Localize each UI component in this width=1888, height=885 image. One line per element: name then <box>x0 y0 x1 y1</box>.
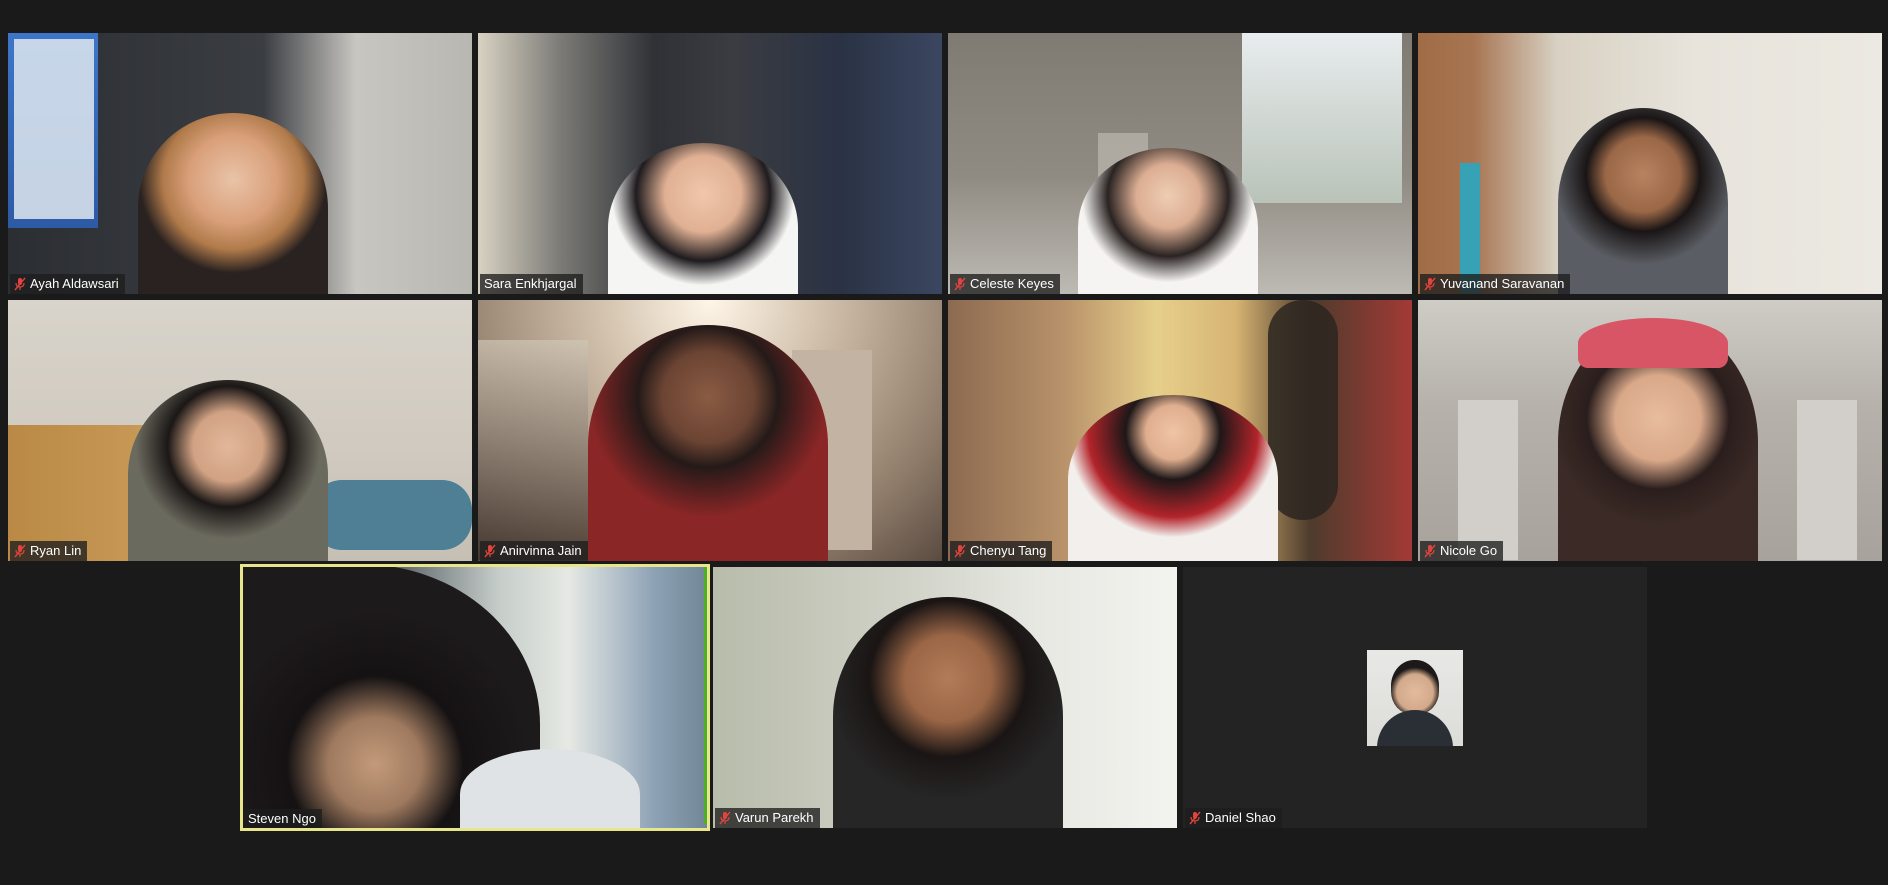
participant-tile[interactable]: Ayah Aldawsari <box>8 33 472 294</box>
participant-tile[interactable]: Yuvanand Saravanan <box>1418 33 1882 294</box>
participant-name: Varun Parekh <box>735 810 814 825</box>
participant-name: Nicole Go <box>1440 543 1498 558</box>
video-feed <box>478 33 942 294</box>
participant-name: Daniel Shao <box>1205 810 1276 825</box>
video-feed <box>713 567 1177 828</box>
microphone-muted-icon <box>14 277 26 291</box>
microphone-muted-icon <box>719 811 731 825</box>
participant-tile[interactable]: Celeste Keyes <box>948 33 1412 294</box>
participant-tile[interactable]: Chenyu Tang <box>948 300 1412 561</box>
participant-name: Ayah Aldawsari <box>30 276 119 291</box>
participant-tile[interactable]: Varun Parekh <box>713 567 1177 828</box>
participant-tile[interactable]: Anirvinna Jain <box>478 300 942 561</box>
participant-tile-video-off[interactable]: Daniel Shao <box>1183 567 1647 828</box>
participant-name: Chenyu Tang <box>970 543 1047 558</box>
participant-name-tag: Daniel Shao <box>1185 808 1282 828</box>
participant-name: Steven Ngo <box>248 811 316 826</box>
participant-name-tag: Chenyu Tang <box>950 541 1053 561</box>
video-feed <box>948 300 1412 561</box>
participant-tile-active-speaker[interactable]: Steven Ngo <box>240 564 710 831</box>
video-feed <box>240 564 710 831</box>
participant-tile[interactable]: Ryan Lin <box>8 300 472 561</box>
microphone-muted-icon <box>954 544 966 558</box>
microphone-muted-icon <box>14 544 26 558</box>
participant-name: Anirvinna Jain <box>500 543 582 558</box>
video-gallery: Ayah Aldawsari Sara Enkhjargal Celeste K… <box>0 0 1888 885</box>
video-feed <box>478 300 942 561</box>
participant-name: Sara Enkhjargal <box>484 276 577 291</box>
avatar <box>1367 649 1463 746</box>
participant-name-tag: Ryan Lin <box>10 541 88 561</box>
video-feed <box>1418 300 1882 561</box>
video-feed <box>8 300 472 561</box>
participant-name: Yuvanand Saravanan <box>1440 276 1565 291</box>
participant-name-tag: Varun Parekh <box>715 808 820 828</box>
participant-tile[interactable]: Sara Enkhjargal <box>478 33 942 294</box>
participant-name: Ryan Lin <box>30 543 82 558</box>
participant-name-tag: Steven Ngo <box>244 809 322 829</box>
participant-name-tag: Ayah Aldawsari <box>10 274 125 294</box>
microphone-muted-icon <box>954 277 966 291</box>
participant-name-tag: Sara Enkhjargal <box>480 274 583 294</box>
microphone-muted-icon <box>484 544 496 558</box>
video-feed <box>8 33 472 294</box>
video-feed <box>1418 33 1882 294</box>
participant-tile[interactable]: Nicole Go <box>1418 300 1882 561</box>
participant-name-tag: Nicole Go <box>1420 541 1504 561</box>
microphone-muted-icon <box>1424 544 1436 558</box>
microphone-muted-icon <box>1189 811 1201 825</box>
participant-name-tag: Celeste Keyes <box>950 274 1060 294</box>
participant-name: Celeste Keyes <box>970 276 1054 291</box>
microphone-muted-icon <box>1424 277 1436 291</box>
participant-name-tag: Yuvanand Saravanan <box>1420 274 1571 294</box>
participant-name-tag: Anirvinna Jain <box>480 541 588 561</box>
video-feed <box>948 33 1412 294</box>
